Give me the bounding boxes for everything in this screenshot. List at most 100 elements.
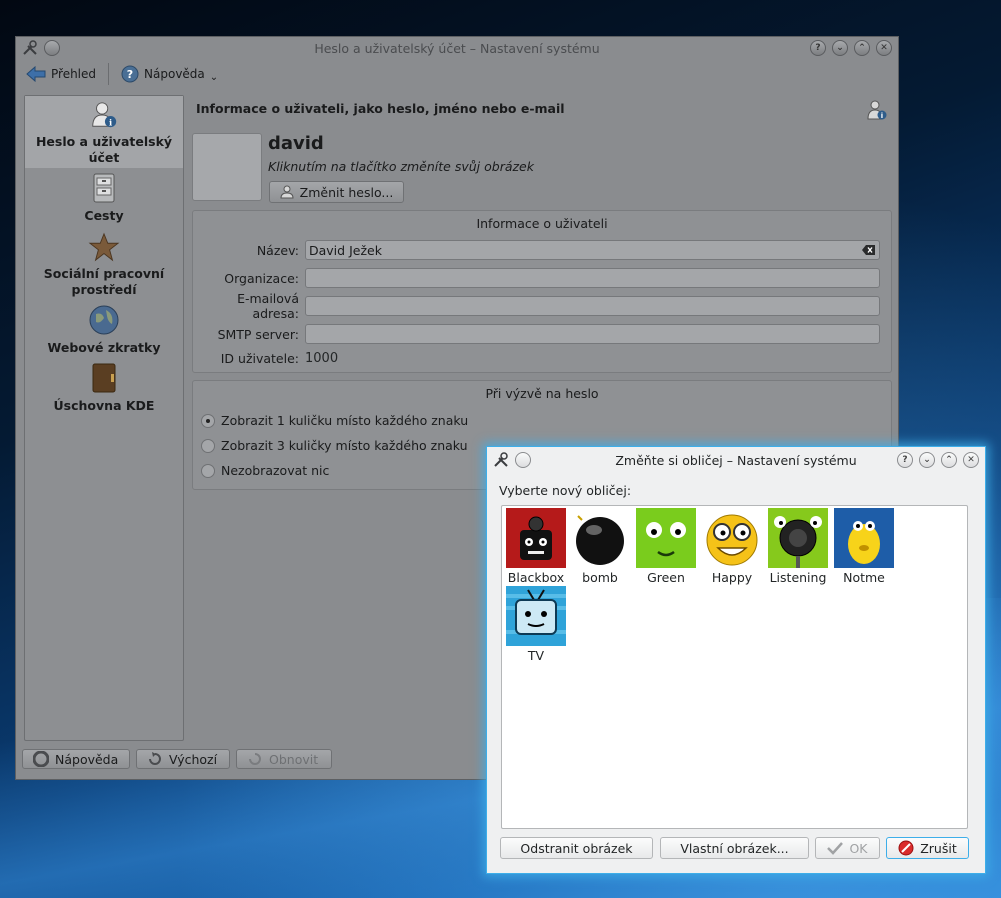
dialog-title: Změňte si obličej – Nastavení systému	[615, 452, 857, 468]
face-label: Listening	[769, 570, 827, 585]
svg-text:?: ?	[127, 68, 133, 81]
help-lifebuoy-icon	[33, 751, 49, 767]
change-password-label: Změnit heslo...	[299, 184, 394, 200]
radio-show-one[interactable]: Zobrazit 1 kuličku místo každého znaku	[201, 413, 468, 428]
window-menu-button[interactable]	[515, 452, 531, 468]
remove-image-button[interactable]: Odstranit obrázek	[500, 837, 653, 859]
avatar-button[interactable]	[192, 133, 262, 201]
help-menu-button[interactable]: ? Nápověda ⌄	[117, 62, 222, 86]
organization-field[interactable]	[305, 268, 880, 288]
user-info-icon: i	[92, 102, 117, 127]
face-item-green[interactable]: Green	[634, 508, 698, 585]
reset-label: Obnovit	[269, 751, 319, 767]
avatar-hint: Kliknutím na tlačítko změníte svůj obráz…	[268, 159, 534, 174]
name-value: David Ježek	[309, 242, 382, 258]
face-label: Green	[647, 570, 685, 585]
reset-icon	[249, 753, 261, 765]
smtp-label: SMTP server:	[217, 326, 299, 342]
sidebar-item-label: Úschovna KDE	[53, 398, 155, 413]
tools-icon[interactable]	[493, 452, 509, 468]
defaults-button[interactable]: Výchozí	[136, 749, 230, 769]
group-title: Při výzvě na heslo	[485, 386, 599, 401]
window-titlebar[interactable]: Heslo a uživatelský účet – Nastavení sys…	[16, 37, 898, 59]
face-prompt-label: Vyberte nový obličej:	[499, 483, 632, 498]
sidebar-item-label: Cesty	[84, 208, 124, 223]
face-list[interactable]: Blackbox bomb Green Happy Listening Notm…	[501, 505, 968, 829]
ok-button[interactable]: OK	[815, 837, 880, 859]
smtp-field[interactable]	[305, 324, 880, 344]
face-item-happy[interactable]: Happy	[700, 508, 764, 585]
radio-label: Zobrazit 1 kuličku místo každého znaku	[221, 413, 469, 428]
help-button[interactable]: ?	[897, 452, 913, 468]
name-label: Název:	[256, 242, 299, 258]
name-field[interactable]: David Ježek	[305, 240, 880, 260]
sidebar-item-kde-wallet[interactable]: Úschovna KDE	[25, 358, 183, 416]
smtp-row: SMTP server:	[193, 323, 893, 345]
cancel-button[interactable]: Zrušit	[886, 837, 969, 859]
checkmark-icon	[827, 842, 844, 855]
page-title: Informace o uživateli, jako heslo, jméno…	[196, 101, 565, 116]
face-label: Happy	[711, 570, 753, 585]
radio-button[interactable]	[201, 463, 215, 478]
tools-icon[interactable]	[22, 40, 38, 56]
bottom-button-bar: Nápověda Výchozí Obnovit	[22, 749, 332, 769]
green-face-icon	[636, 508, 696, 568]
radio-show-nothing[interactable]: Nezobrazovat nic	[201, 463, 329, 478]
close-button[interactable]: ✕	[876, 40, 892, 56]
radio-button[interactable]	[201, 413, 215, 428]
face-item-listening[interactable]: Listening	[766, 508, 830, 585]
sidebar-item-paths[interactable]: Cesty	[25, 168, 183, 228]
star-icon	[88, 232, 120, 262]
minimize-button[interactable]: ⌄	[832, 40, 848, 56]
face-item-notme[interactable]: Notme	[832, 508, 896, 585]
maximize-button[interactable]: ⌃	[854, 40, 870, 56]
sidebar: i Heslo a uživatelský účet Cesty Sociáln…	[24, 95, 184, 741]
custom-image-button[interactable]: Vlastní obrázek...	[660, 837, 809, 859]
change-password-button[interactable]: Změnit heslo...	[269, 181, 404, 203]
organization-label: Organizace:	[224, 270, 299, 286]
face-label: bomb	[582, 570, 618, 585]
sidebar-item-web-shortcuts[interactable]: Webové zkratky	[25, 300, 183, 358]
radio-label: Zobrazit 3 kuličky místo každého znaku	[221, 438, 468, 453]
help-menu-label: Nápověda	[144, 67, 205, 81]
sidebar-item-label: Webové zkratky	[47, 340, 161, 355]
globe-icon	[89, 305, 119, 335]
sidebar-item-social-desktop[interactable]: Sociální pracovní prostředí	[25, 228, 183, 300]
toolbar-separator	[108, 63, 110, 85]
help-button[interactable]: ?	[810, 40, 826, 56]
defaults-icon	[149, 752, 161, 765]
sidebar-item-password-account[interactable]: i Heslo a uživatelský účet	[25, 96, 183, 168]
reset-button[interactable]: Obnovit	[236, 749, 332, 769]
dialog-titlebar[interactable]: Změňte si obličej – Nastavení systému ? …	[487, 447, 985, 473]
svg-text:i: i	[109, 117, 112, 127]
group-title: Informace o uživateli	[476, 216, 608, 231]
face-item-tv[interactable]: TV	[504, 586, 568, 663]
maximize-button[interactable]: ⌃	[941, 452, 957, 468]
close-button[interactable]: ✕	[963, 452, 979, 468]
name-row: Název: David Ježek	[193, 239, 893, 261]
uid-row: ID uživatele: 1000	[193, 347, 893, 369]
sidebar-item-label: Sociální pracovní prostředí	[43, 266, 165, 297]
email-field[interactable]	[305, 296, 880, 316]
remove-image-label: Odstranit obrázek	[520, 840, 633, 856]
email-row: E-mailová adresa:	[193, 291, 893, 321]
face-label: Notme	[843, 570, 885, 585]
face-item-bomb[interactable]: bomb	[568, 508, 632, 585]
clear-text-icon[interactable]	[862, 244, 876, 256]
face-item-blackbox[interactable]: Blackbox	[504, 508, 568, 585]
overview-button[interactable]: Přehled	[22, 63, 100, 85]
happy-face-icon	[702, 508, 762, 568]
help-bottom-label: Nápověda	[55, 751, 119, 767]
minimize-button[interactable]: ⌄	[919, 452, 935, 468]
cancel-icon	[898, 840, 914, 856]
face-label: TV	[527, 648, 545, 663]
window-menu-button[interactable]	[44, 40, 60, 56]
radio-button[interactable]	[201, 438, 215, 453]
help-bottom-button[interactable]: Nápověda	[22, 749, 130, 769]
radio-show-three[interactable]: Zobrazit 3 kuličky místo každého znaku	[201, 438, 468, 453]
face-label: Blackbox	[507, 570, 565, 585]
user-info-group: Informace o uživateli Název: David Ježek…	[192, 210, 892, 373]
bomb-face-icon	[570, 508, 630, 568]
organization-row: Organizace:	[193, 267, 893, 289]
back-arrow-icon	[26, 66, 46, 82]
